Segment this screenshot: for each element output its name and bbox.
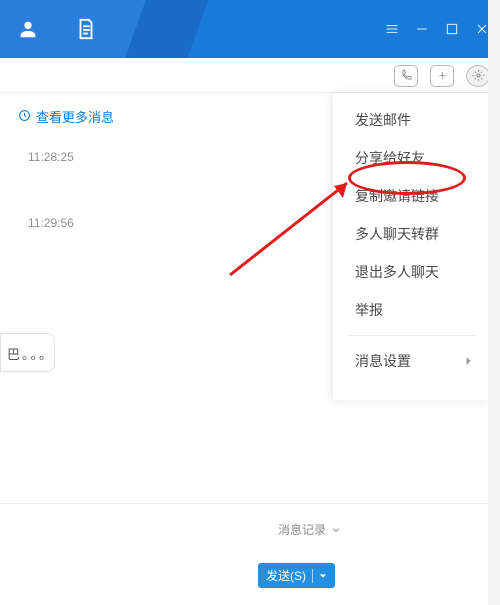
menu-item-message-settings[interactable]: 消息设置 xyxy=(333,342,491,380)
menu-item-send-mail[interactable]: 发送邮件 xyxy=(333,101,491,139)
settings-button[interactable] xyxy=(466,65,490,87)
add-button[interactable] xyxy=(430,65,454,87)
menu-icon[interactable] xyxy=(382,19,402,39)
titlebar xyxy=(0,0,500,58)
menu-item-copy-invite-link[interactable]: 复制邀请链接 xyxy=(333,177,491,215)
view-more-messages-label: 查看更多消息 xyxy=(36,107,114,126)
document-icon[interactable] xyxy=(68,11,104,47)
chevron-right-icon xyxy=(465,356,473,366)
minimize-button[interactable] xyxy=(412,19,432,39)
call-button[interactable] xyxy=(394,65,418,87)
menu-item-report[interactable]: 举报 xyxy=(333,291,491,329)
chevron-down-icon xyxy=(332,526,340,534)
menu-item-convert-group[interactable]: 多人聊天转群 xyxy=(333,215,491,253)
clock-icon xyxy=(18,109,31,125)
settings-dropdown-menu: 发送邮件 分享给好友 复制邀请链接 多人聊天转群 退出多人聊天 举报 消息设置 xyxy=(333,93,491,400)
menu-divider xyxy=(347,335,477,336)
message-bubble: 巴。。。 xyxy=(0,333,55,372)
message-history-label: 消息记录 xyxy=(278,521,326,538)
divider xyxy=(312,569,313,583)
divider xyxy=(0,503,500,504)
message-history-link[interactable]: 消息记录 xyxy=(278,521,340,538)
window-controls xyxy=(382,0,492,58)
chat-toolbar xyxy=(0,58,500,93)
contacts-icon[interactable] xyxy=(10,11,46,47)
vertical-scrollbar[interactable] xyxy=(488,0,500,605)
menu-item-exit-multichat[interactable]: 退出多人聊天 xyxy=(333,253,491,291)
chevron-down-icon xyxy=(319,572,327,580)
send-button[interactable]: 发送(S) xyxy=(258,563,335,588)
menu-item-share-friend[interactable]: 分享给好友 xyxy=(333,139,491,177)
maximize-button[interactable] xyxy=(442,19,462,39)
message-text: 巴。。。 xyxy=(7,347,54,362)
send-button-label: 发送(S) xyxy=(266,567,306,584)
